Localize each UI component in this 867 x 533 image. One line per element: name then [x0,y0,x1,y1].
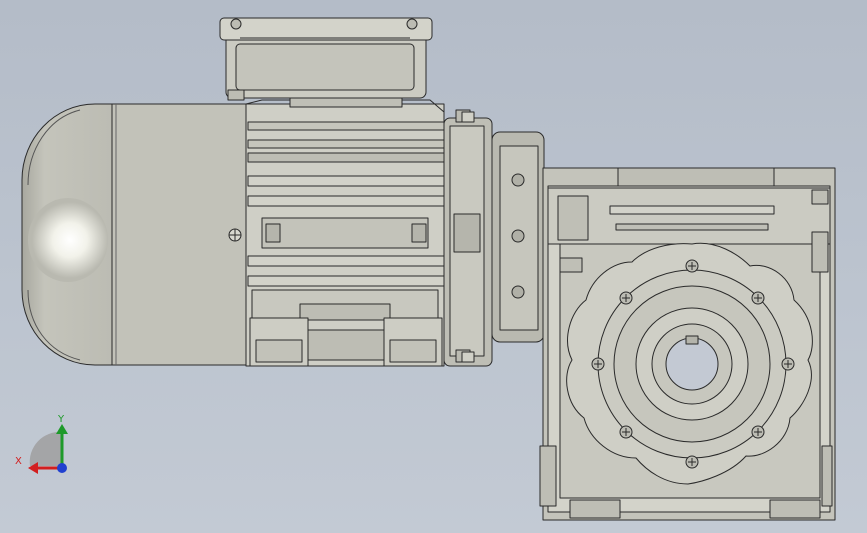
fan-cover [21,103,247,366]
axis-triad: X Y [10,410,80,480]
motor-body [228,99,445,367]
triad-base-wedge [29,431,63,466]
terminal-box [219,17,433,108]
gearmotor-model[interactable] [0,0,867,533]
z-axis-dot [57,463,67,473]
cad-viewport[interactable]: X Y [0,0,867,533]
x-axis-label: X [15,456,22,467]
motor-flange [443,109,545,367]
y-axis-label: Y [58,414,65,425]
